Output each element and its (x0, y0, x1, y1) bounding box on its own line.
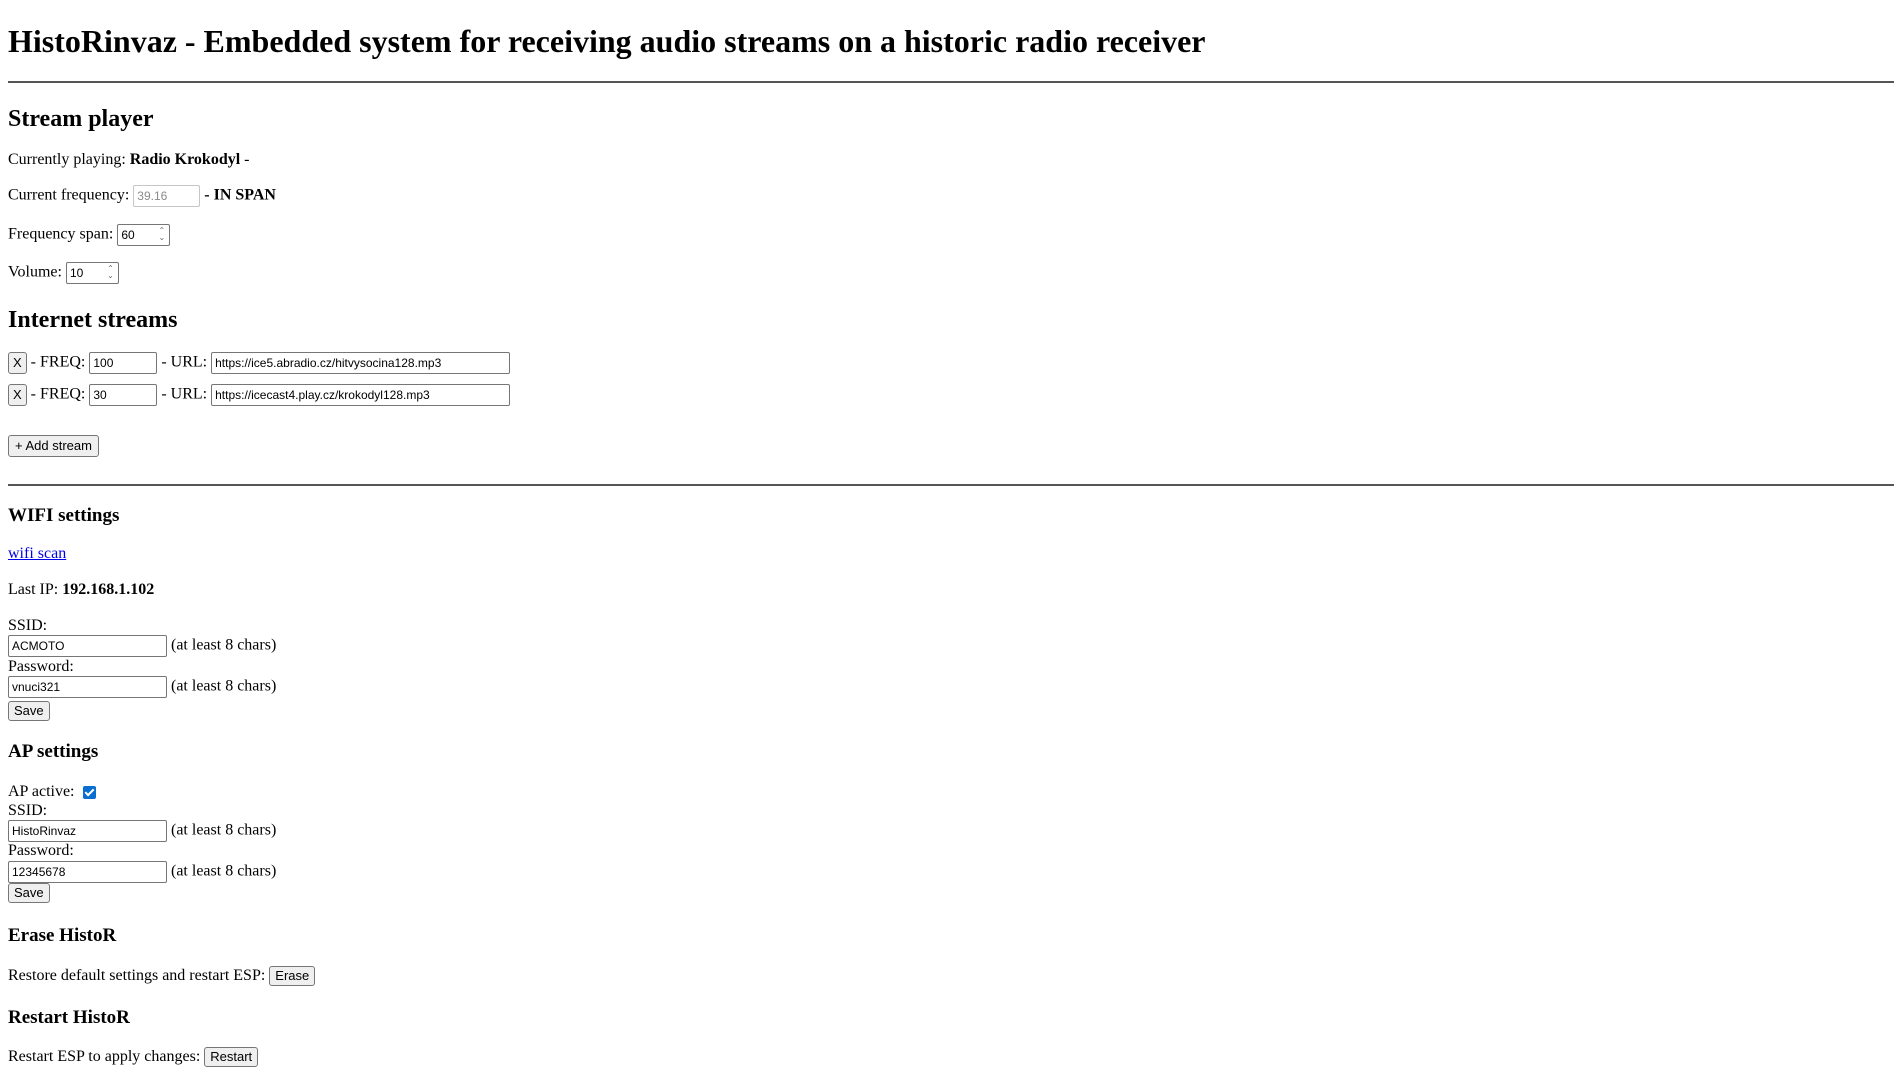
erase-row: Restore default settings and restart ESP… (8, 966, 316, 987)
stream-row: X - FREQ: - URL: (8, 384, 511, 406)
wifi-ssid-hint: (at least 8 chars) (171, 636, 277, 654)
restart-button[interactable]: Restart (204, 1047, 259, 1068)
freq-label: - FREQ: (30, 385, 86, 403)
wifi-ssid-label: SSID: (8, 617, 48, 634)
wifi-scan-link[interactable]: wifi scan (8, 544, 66, 564)
stream-row: X - FREQ: - URL: (8, 352, 511, 374)
currently-playing-value: Radio Krokodyl (129, 151, 241, 168)
stream-freq-input[interactable] (89, 384, 158, 406)
volume-label: Volume: (8, 263, 62, 281)
currently-playing-label: Currently playing: (8, 151, 126, 168)
ap-active-row: AP active: (8, 782, 96, 802)
page: HistoRinvaz - Embedded system for receiv… (0, 0, 1903, 1068)
wifi-ssid-input[interactable] (8, 635, 167, 657)
spinner-arrows-icon[interactable]: ⌃ ⌄ (105, 265, 116, 280)
frequency-status: - IN SPAN (204, 186, 276, 204)
remove-stream-button[interactable]: X (8, 352, 27, 374)
wifi-ssid-row: (at least 8 chars) (8, 635, 276, 657)
stream-player-heading: Stream player (8, 106, 154, 132)
wifi-password-row: (at least 8 chars) (8, 676, 276, 698)
spinner-arrows-icon[interactable]: ⌃ ⌄ (156, 227, 167, 242)
currently-playing-row: Currently playing: Radio Krokodyl - (8, 150, 250, 170)
wifi-settings-heading: WIFI settings (8, 505, 120, 526)
ap-ssid-row: (at least 8 chars) (8, 820, 276, 842)
last-ip-row: Last IP: 192.168.1.102 (8, 580, 154, 600)
wifi-password-hint: (at least 8 chars) (171, 677, 277, 695)
stream-url-input[interactable] (211, 352, 511, 374)
ap-active-label: AP active: (8, 783, 75, 800)
internet-streams-heading: Internet streams (8, 307, 178, 333)
ap-password-input[interactable] (8, 861, 167, 883)
last-ip-label: Last IP: (8, 581, 59, 598)
wifi-password-label: Password: (8, 658, 74, 675)
ap-save-button[interactable]: Save (8, 883, 50, 903)
volume-stepper[interactable]: ⌃⌄ (65, 262, 119, 284)
ap-active-checkbox[interactable] (82, 785, 96, 799)
current-frequency-row: Current frequency: - IN SPAN (8, 185, 276, 207)
ap-password-label: Password: (8, 842, 74, 859)
current-frequency-input (133, 185, 201, 207)
currently-playing-suffix: - (244, 151, 250, 168)
page-title: HistoRinvaz - Embedded system for receiv… (8, 23, 1206, 59)
frequency-span-stepper[interactable]: ⌃⌄ (117, 224, 171, 246)
wifi-password-input[interactable] (8, 676, 167, 698)
ap-password-hint: (at least 8 chars) (171, 862, 277, 880)
url-label: - URL: (161, 353, 208, 371)
frequency-span-label: Frequency span: (8, 225, 114, 243)
ap-settings-heading: AP settings (8, 741, 99, 762)
stream-freq-input[interactable] (89, 352, 158, 374)
volume-row: Volume: ⌃⌄ (8, 262, 119, 284)
erase-heading: Erase HistoR (8, 925, 117, 946)
restart-text: Restart ESP to apply changes: (8, 1048, 201, 1065)
last-ip-value: 192.168.1.102 (62, 581, 155, 598)
frequency-span-row: Frequency span: ⌃⌄ (8, 224, 171, 246)
current-frequency-label: Current frequency: (8, 186, 130, 204)
erase-button[interactable]: Erase (269, 966, 316, 987)
ap-ssid-input[interactable] (8, 820, 167, 842)
remove-stream-button[interactable]: X (8, 384, 27, 406)
ap-ssid-hint: (at least 8 chars) (171, 821, 277, 839)
erase-text: Restore default settings and restart ESP… (8, 967, 266, 984)
ap-ssid-label: SSID: (8, 802, 48, 819)
stream-url-input[interactable] (211, 384, 511, 406)
wifi-save-button[interactable]: Save (8, 701, 50, 721)
divider-middle (8, 484, 1894, 486)
ap-password-row: (at least 8 chars) (8, 861, 276, 883)
restart-heading: Restart HistoR (8, 1007, 130, 1028)
url-label: - URL: (161, 385, 208, 403)
add-stream-button[interactable]: + Add stream (8, 435, 99, 457)
divider-top (8, 81, 1894, 83)
restart-row: Restart ESP to apply changes: Restart (8, 1047, 259, 1068)
freq-label: - FREQ: (30, 353, 86, 371)
